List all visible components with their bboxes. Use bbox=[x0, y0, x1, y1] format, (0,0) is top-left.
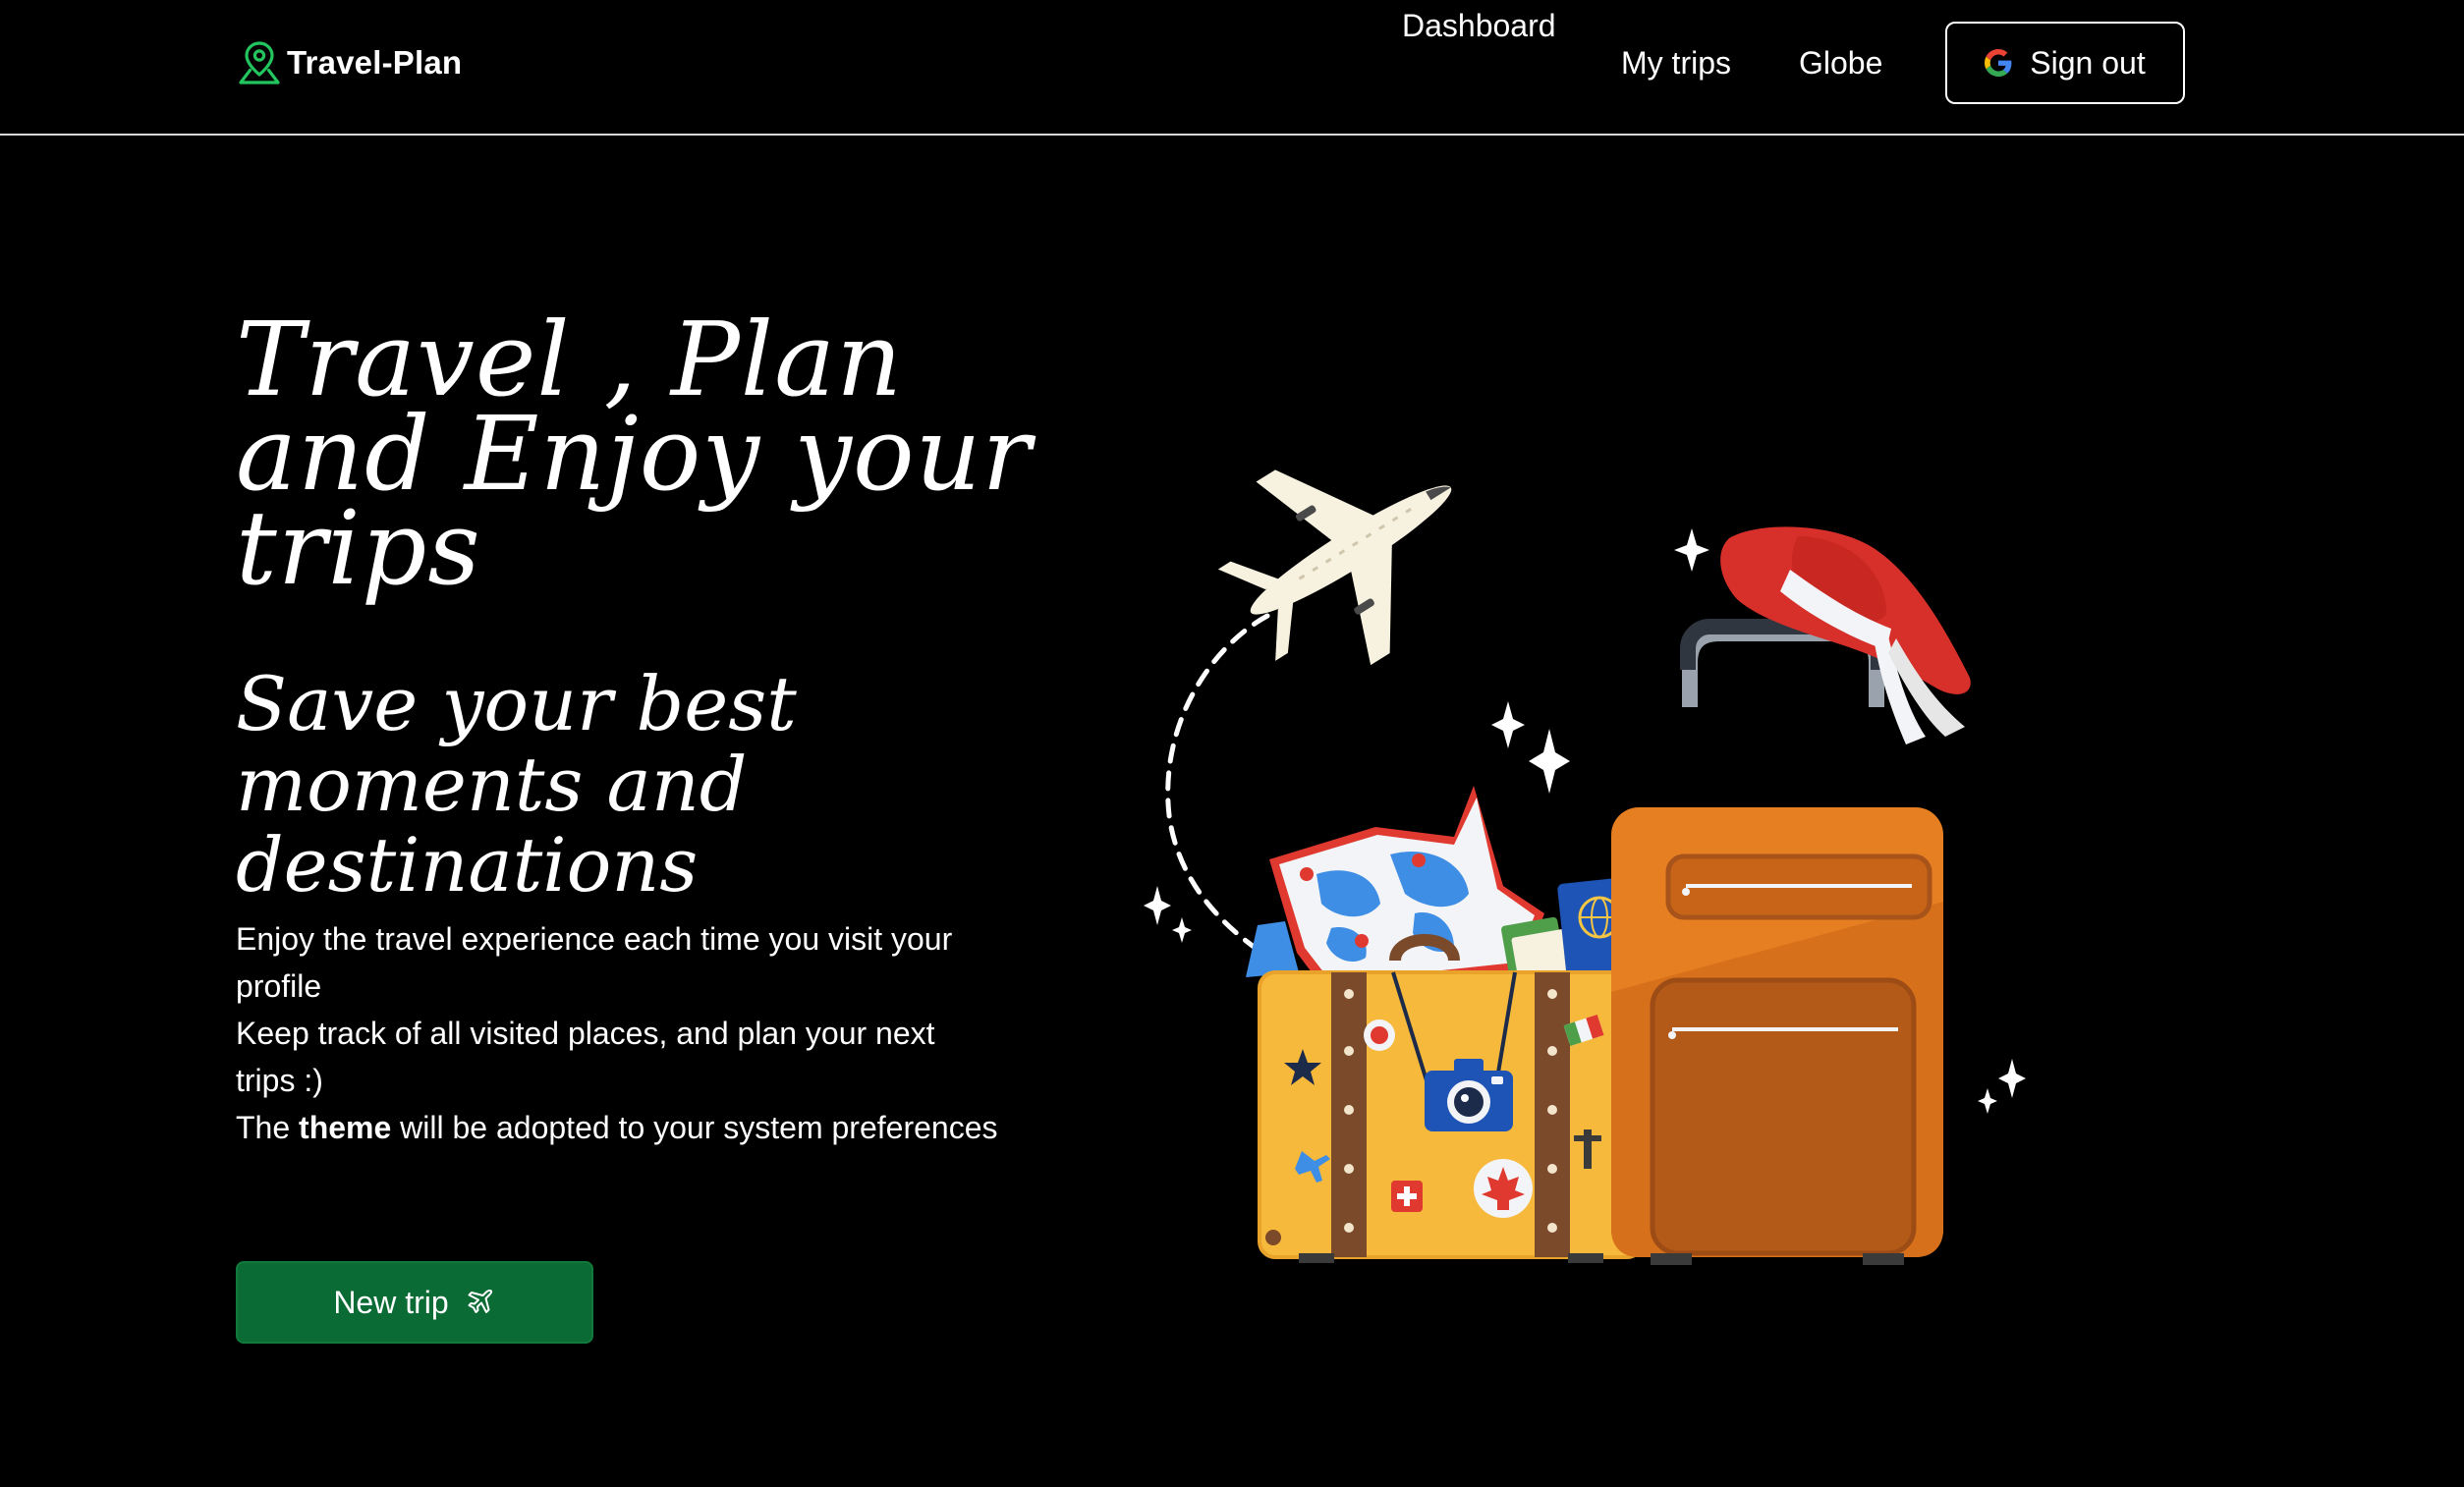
orange-suitcase bbox=[1611, 619, 1943, 1265]
sign-out-button[interactable]: Sign out bbox=[1945, 22, 2185, 104]
nav-link-globe[interactable]: Globe bbox=[1799, 37, 1882, 88]
navbar: Travel-Plan Dashboard My trips Globe Sig… bbox=[0, 0, 2464, 136]
description-line-3-prefix: The bbox=[236, 1110, 300, 1145]
hero-subtitle: Save your best moments and destinations bbox=[236, 660, 797, 909]
brand-link[interactable]: Travel-Plan bbox=[236, 37, 462, 88]
airplane-icon bbox=[468, 1289, 492, 1313]
description-line-2: Keep track of all visited places, and pl… bbox=[236, 1016, 935, 1098]
nav-link-my-trips[interactable]: My trips bbox=[1621, 37, 1731, 88]
new-trip-button[interactable]: New trip bbox=[236, 1261, 593, 1344]
hero-description: Enjoy the travel experience each time yo… bbox=[236, 915, 1002, 1151]
description-line-3: The theme will be adopted to your system… bbox=[236, 1104, 1002, 1151]
description-line-3-suffix: will be adopted to your system preferenc… bbox=[391, 1110, 998, 1145]
airplane-icon bbox=[1217, 469, 1452, 666]
yellow-suitcase bbox=[1258, 934, 1645, 1263]
hero-title: Travel , Plan and Enjoy your trips bbox=[236, 300, 1033, 608]
sign-out-label: Sign out bbox=[2030, 44, 2146, 81]
google-icon bbox=[1985, 49, 2012, 77]
description-line-1: Enjoy the travel experience each time yo… bbox=[236, 921, 953, 1004]
new-trip-label: New trip bbox=[333, 1284, 449, 1320]
nav-link-dashboard[interactable]: Dashboard bbox=[1402, 0, 1556, 51]
map bbox=[1246, 786, 1544, 992]
theme-keyword: theme bbox=[299, 1110, 392, 1145]
travel-luggage-illustration bbox=[1144, 469, 2026, 1265]
brand-name: Travel-Plan bbox=[287, 44, 463, 81]
map-pin-person-icon bbox=[239, 41, 280, 84]
